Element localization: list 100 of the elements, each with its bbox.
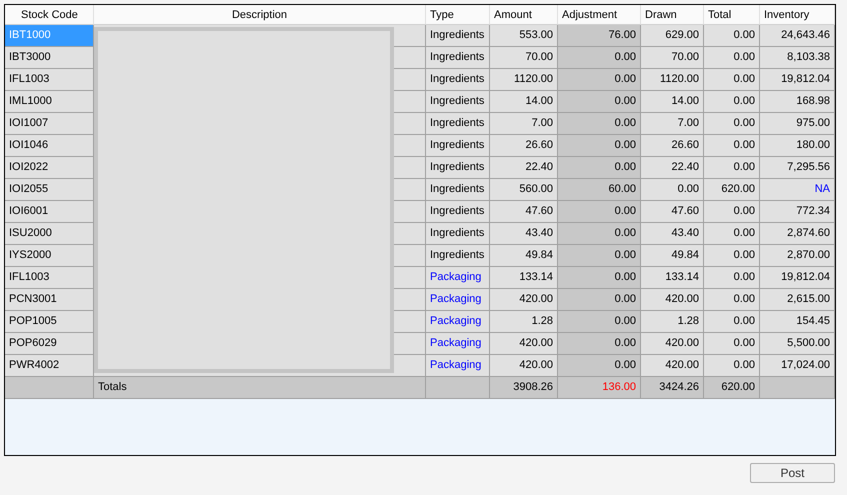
column-header[interactable]: Inventory bbox=[760, 5, 835, 25]
table-cell: 0.00 bbox=[704, 311, 760, 333]
table-cell: Packaging bbox=[426, 289, 490, 311]
table-cell[interactable]: IOI1046 bbox=[5, 135, 94, 157]
column-header[interactable]: Adjustment bbox=[558, 5, 641, 25]
table-cell[interactable]: IFL1003 bbox=[5, 267, 94, 289]
table-cell: 553.00 bbox=[490, 25, 558, 47]
table-cell: Packaging bbox=[426, 333, 490, 355]
column-header[interactable]: Drawn bbox=[641, 5, 704, 25]
table-cell: 0.00 bbox=[704, 47, 760, 69]
table-cell[interactable]: 0.00 bbox=[558, 355, 641, 377]
table-cell: 17,024.00 bbox=[760, 355, 835, 377]
table-cell: Ingredients bbox=[426, 113, 490, 135]
table-cell: 133.14 bbox=[490, 267, 558, 289]
table-cell: 26.60 bbox=[490, 135, 558, 157]
column-header[interactable]: Description bbox=[94, 5, 426, 25]
table-cell: 1.28 bbox=[641, 311, 704, 333]
table-cell: Ingredients bbox=[426, 135, 490, 157]
table-cell[interactable]: ISU2000 bbox=[5, 223, 94, 245]
totals-cell: 136.00 bbox=[558, 377, 641, 399]
table-cell: 975.00 bbox=[760, 113, 835, 135]
table-cell[interactable]: 0.00 bbox=[558, 267, 641, 289]
table-cell[interactable]: 0.00 bbox=[558, 113, 641, 135]
table-cell[interactable]: 0.00 bbox=[558, 245, 641, 267]
table-cell: 0.00 bbox=[704, 355, 760, 377]
table-cell[interactable]: PWR4002 bbox=[5, 355, 94, 377]
table-cell[interactable]: 0.00 bbox=[558, 157, 641, 179]
table-cell: 5,500.00 bbox=[760, 333, 835, 355]
table-cell: Ingredients bbox=[426, 157, 490, 179]
totals-cell bbox=[426, 377, 490, 399]
table-cell: Ingredients bbox=[426, 201, 490, 223]
totals-cell: 3908.26 bbox=[490, 377, 558, 399]
table-cell: 19,812.04 bbox=[760, 267, 835, 289]
table-cell[interactable]: IOI2022 bbox=[5, 157, 94, 179]
table-cell: 420.00 bbox=[641, 355, 704, 377]
table-cell: Ingredients bbox=[426, 25, 490, 47]
post-button[interactable]: Post bbox=[750, 463, 835, 483]
table-cell: 24,643.46 bbox=[760, 25, 835, 47]
column-header[interactable]: Amount bbox=[490, 5, 558, 25]
table-cell: 1120.00 bbox=[490, 69, 558, 91]
table-cell[interactable]: 0.00 bbox=[558, 311, 641, 333]
table-cell[interactable]: 60.00 bbox=[558, 179, 641, 201]
table-cell: 22.40 bbox=[641, 157, 704, 179]
table-cell[interactable]: 0.00 bbox=[558, 69, 641, 91]
column-header[interactable]: Total bbox=[704, 5, 760, 25]
table-cell: Packaging bbox=[426, 311, 490, 333]
table-cell[interactable]: 0.00 bbox=[558, 333, 641, 355]
table-cell: 0.00 bbox=[704, 69, 760, 91]
table-cell: 49.84 bbox=[490, 245, 558, 267]
table-cell[interactable]: POP1005 bbox=[5, 311, 94, 333]
table-cell: 620.00 bbox=[704, 179, 760, 201]
table-cell: 0.00 bbox=[704, 333, 760, 355]
table-cell[interactable]: PCN3001 bbox=[5, 289, 94, 311]
table-cell: Ingredients bbox=[426, 245, 490, 267]
table-cell[interactable]: 0.00 bbox=[558, 135, 641, 157]
table-cell: 0.00 bbox=[704, 223, 760, 245]
table-cell: Ingredients bbox=[426, 223, 490, 245]
table-cell[interactable]: 76.00 bbox=[558, 25, 641, 47]
table-cell: 1.28 bbox=[490, 311, 558, 333]
table-cell[interactable]: POP6029 bbox=[5, 333, 94, 355]
table-cell: 2,874.60 bbox=[760, 223, 835, 245]
totals-label: Totals bbox=[94, 377, 426, 399]
table-cell: 22.40 bbox=[490, 157, 558, 179]
table-cell[interactable]: IBT3000 bbox=[5, 47, 94, 69]
table-cell[interactable]: 0.00 bbox=[558, 47, 641, 69]
table-cell: 2,615.00 bbox=[760, 289, 835, 311]
table-cell: Packaging bbox=[426, 355, 490, 377]
table-cell[interactable]: IOI1007 bbox=[5, 113, 94, 135]
table-cell: 7.00 bbox=[490, 113, 558, 135]
table-cell: 772.34 bbox=[760, 201, 835, 223]
table-cell: 19,812.04 bbox=[760, 69, 835, 91]
table-cell: 0.00 bbox=[641, 179, 704, 201]
table-cell[interactable]: IYS2000 bbox=[5, 245, 94, 267]
table-cell: 168.98 bbox=[760, 91, 835, 113]
totals-cell: 620.00 bbox=[704, 377, 760, 399]
table-cell[interactable]: IOI6001 bbox=[5, 201, 94, 223]
table-cell[interactable]: 0.00 bbox=[558, 91, 641, 113]
table-cell: 14.00 bbox=[641, 91, 704, 113]
totals-cell: 3424.26 bbox=[641, 377, 704, 399]
table-cell: 43.40 bbox=[490, 223, 558, 245]
table-cell: 629.00 bbox=[641, 25, 704, 47]
table-cell: 70.00 bbox=[490, 47, 558, 69]
table-cell[interactable]: 0.00 bbox=[558, 223, 641, 245]
column-header[interactable]: Stock Code bbox=[5, 5, 94, 25]
table-cell: 420.00 bbox=[490, 333, 558, 355]
table-cell[interactable]: IOI2055 bbox=[5, 179, 94, 201]
table-cell: 0.00 bbox=[704, 157, 760, 179]
table-cell: 49.84 bbox=[641, 245, 704, 267]
table-cell[interactable]: IFL1003 bbox=[5, 69, 94, 91]
table-cell: NA bbox=[760, 179, 835, 201]
table-cell: 43.40 bbox=[641, 223, 704, 245]
table-cell[interactable]: IML1000 bbox=[5, 91, 94, 113]
table-cell: 47.60 bbox=[490, 201, 558, 223]
table-cell: 47.60 bbox=[641, 201, 704, 223]
table-cell: 133.14 bbox=[641, 267, 704, 289]
table-cell: Ingredients bbox=[426, 69, 490, 91]
column-header[interactable]: Type bbox=[426, 5, 490, 25]
table-cell[interactable]: 0.00 bbox=[558, 289, 641, 311]
table-cell: 0.00 bbox=[704, 113, 760, 135]
table-cell[interactable]: 0.00 bbox=[558, 201, 641, 223]
